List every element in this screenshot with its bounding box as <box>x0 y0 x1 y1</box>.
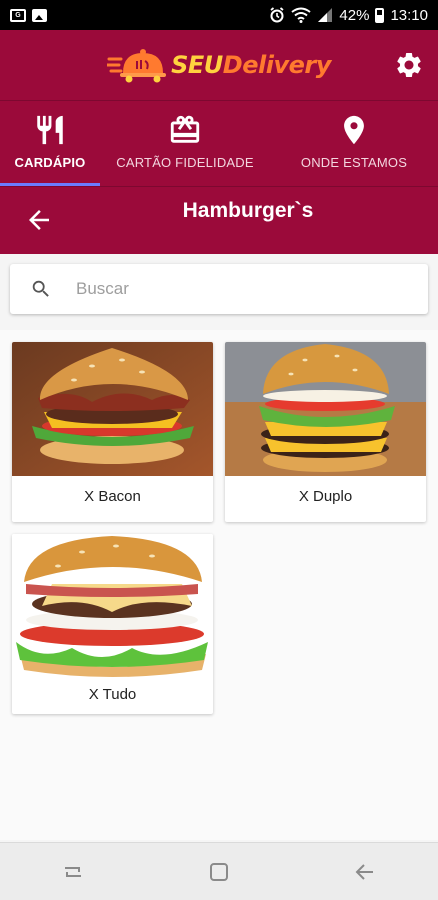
x-bacon-image <box>12 342 213 476</box>
tab-bar: CARDÁPIO CARTÃO FIDELIDADE ONDE ESTAMOS <box>0 100 438 186</box>
search-icon <box>32 280 49 297</box>
battery-icon <box>375 7 385 23</box>
tab-cartao-fidelidade[interactable]: CARTÃO FIDELIDADE <box>100 101 270 186</box>
battery-percent: 42% <box>339 6 370 24</box>
signal-icon <box>318 8 333 22</box>
search-bar <box>10 264 428 314</box>
system-nav-bar <box>0 842 438 900</box>
logo-wordmark: SEUDelivery <box>171 51 331 79</box>
category-header: Hamburger`s <box>0 186 438 254</box>
delivery-cloche-icon <box>107 49 167 83</box>
status-right: 42% 13:10 <box>269 7 428 24</box>
back-icon[interactable] <box>351 858 379 886</box>
recent-apps-icon[interactable] <box>59 858 87 886</box>
clock: 13:10 <box>390 6 428 24</box>
logo-delivery: Delivery <box>222 51 332 79</box>
product-name: X Tudo <box>88 686 137 703</box>
search-input[interactable] <box>76 279 396 299</box>
product-card-x-tudo[interactable]: X Tudo <box>12 534 213 714</box>
image-icon <box>32 8 47 22</box>
wifi-icon <box>291 7 312 23</box>
tab-cardapio-label: CARDÁPIO <box>14 155 86 170</box>
app-header: SEUDelivery <box>0 30 438 100</box>
tab-onde-estamos[interactable]: ONDE ESTAMOS <box>270 101 438 186</box>
tab-onde-estamos-label: ONDE ESTAMOS <box>300 155 408 170</box>
settings-gear-icon[interactable] <box>394 50 424 80</box>
home-icon[interactable] <box>205 858 233 886</box>
status-left: G <box>10 8 47 22</box>
product-name: X Bacon <box>84 488 141 505</box>
x-tudo-image <box>12 534 213 684</box>
tab-cartao-fidelidade-label: CARTÃO FIDELIDADE <box>116 155 254 170</box>
product-card-x-bacon[interactable]: X Bacon <box>12 342 213 522</box>
status-bar: G 42% 13:10 <box>0 0 438 30</box>
category-title: Hamburger`s <box>182 199 314 222</box>
product-name: X Duplo <box>298 488 353 505</box>
product-grid: X Bacon X Duplo X Tudo <box>0 330 438 840</box>
x-duplo-image <box>225 342 426 476</box>
logo-seu: SEU <box>171 51 223 79</box>
tab-cardapio[interactable]: CARDÁPIO <box>0 101 100 186</box>
location-pin-icon <box>344 115 364 145</box>
notification-box-icon: G <box>10 8 26 22</box>
fork-knife-icon <box>37 115 63 145</box>
app-logo: SEUDelivery <box>107 47 331 83</box>
product-card-x-duplo[interactable]: X Duplo <box>225 342 426 522</box>
alarm-icon <box>270 7 284 23</box>
gift-icon <box>170 115 200 143</box>
